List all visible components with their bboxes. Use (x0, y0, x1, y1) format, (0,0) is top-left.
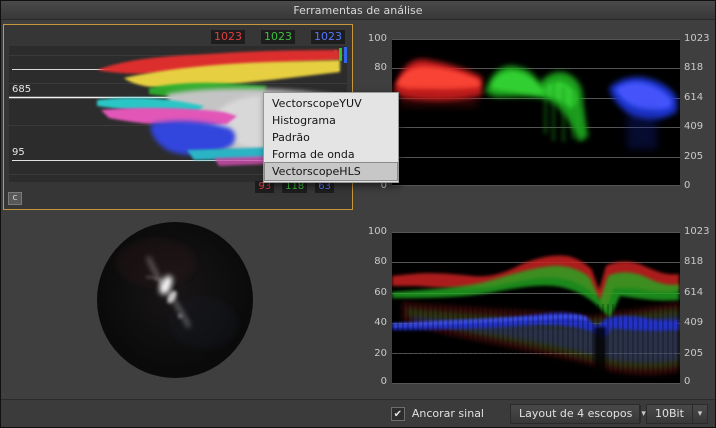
chevron-down-icon: ▾ (691, 404, 707, 423)
scope-layout-dropdown[interactable]: Layout de 4 escopos ▾ (510, 403, 646, 424)
bit-depth-value: 10Bit (655, 407, 684, 420)
checkbox-check-icon: ✔ (393, 408, 403, 420)
parade-right-tick: 614 (684, 92, 704, 103)
bit-depth-dropdown[interactable]: 10Bit ▾ (646, 403, 708, 424)
overlay-right-tick: 0 (684, 376, 691, 387)
rgb-parade-graphic (392, 39, 680, 186)
max-green-value: 1023 (261, 30, 295, 44)
overlay-left-tick: 60 (374, 287, 387, 298)
overlay-right-tick: 818 (684, 256, 704, 267)
corner-c-button[interactable]: c (8, 192, 22, 205)
menu-item-padrao[interactable]: Padrão (265, 129, 397, 146)
anchor-signal-label[interactable]: Ancorar sinal (412, 407, 484, 420)
anchor-signal-checkbox[interactable]: ✔ (390, 406, 405, 421)
rgb-overlay-graphic (391, 232, 680, 384)
parade-right-tick: 818 (684, 62, 704, 73)
overlay-right-tick: 205 (684, 348, 704, 359)
rgb-overlay-scope: 100 80 60 40 20 0 1023 818 614 409 205 0 (359, 226, 715, 394)
parade-left-tick: 100 (367, 33, 387, 44)
overlay-left-tick: 20 (374, 348, 387, 359)
parade-left-tick: 80 (374, 62, 387, 73)
window-title: Ferramentas de análise (293, 3, 423, 17)
upper-line-label: 685 (12, 84, 32, 95)
overlay-left-tick: 80 (374, 256, 387, 267)
menu-item-histograma[interactable]: Histograma (265, 112, 397, 129)
overlay-right-tick: 1023 (684, 226, 710, 237)
statusbar: ✔ Ancorar sinal Layout de 4 escopos ▾ 10… (1, 399, 715, 427)
max-values-row: 1023 1023 1023 (211, 30, 345, 44)
parade-right-tick: 205 (684, 151, 704, 162)
menu-item-forma-de-onda[interactable]: Forma de onda (265, 146, 397, 163)
vectorscope[interactable] (96, 221, 254, 379)
max-red-value: 1023 (211, 30, 245, 44)
max-blue-value: 1023 (311, 30, 345, 44)
titlebar[interactable]: Ferramentas de análise (1, 1, 715, 20)
context-menu: VectorscopeYUV Histograma Padrão Forma d… (263, 92, 399, 183)
menu-item-vectorscope-yuv[interactable]: VectorscopeYUV (265, 95, 397, 112)
vectorscope-graphic (97, 222, 253, 378)
rgb-parade-scope: 100 80 60 40 20 0 (359, 33, 715, 195)
overlay-left-tick: 40 (374, 317, 387, 328)
menu-item-vectorscope-hls[interactable]: VectorscopeHLS (264, 162, 398, 181)
rgb-parade-plot[interactable] (392, 39, 680, 186)
overlay-left-tick: 100 (367, 226, 387, 237)
analysis-tools-window: Ferramentas de análise 1023 1023 1023 68… (0, 0, 716, 428)
lower-line-label: 95 (12, 147, 25, 158)
parade-right-tick: 1023 (684, 33, 710, 44)
parade-right-tick: 0 (684, 180, 691, 191)
overlay-left-tick: 0 (380, 376, 387, 387)
parade-right-tick: 409 (684, 121, 704, 132)
overlay-right-tick: 409 (684, 317, 704, 328)
overlay-right-tick: 614 (684, 287, 704, 298)
rgb-overlay-plot[interactable] (391, 232, 680, 384)
scope-layout-value: Layout de 4 escopos (519, 407, 633, 420)
